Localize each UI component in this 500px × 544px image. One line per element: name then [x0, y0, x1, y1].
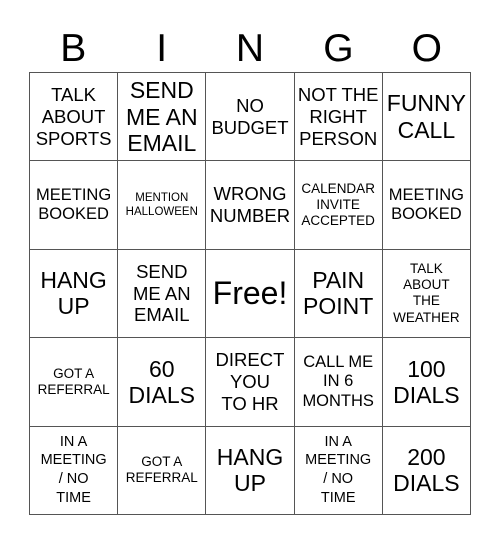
bingo-cell-label: HANG UP — [40, 267, 107, 320]
bingo-cell-n-4[interactable]: DIRECT YOU TO HR — [206, 338, 295, 427]
bingo-cell-label: MEETING BOOKED — [36, 185, 112, 224]
header-letter-b: B — [60, 27, 87, 70]
bingo-cell-label: CALL ME IN 6 MONTHS — [302, 352, 374, 410]
bingo-cell-label: WRONG NUMBER — [209, 183, 291, 227]
bingo-cell-label: NOT THE RIGHT PERSON — [297, 83, 379, 149]
bingo-cell-n-5[interactable]: HANG UP — [206, 426, 295, 515]
bingo-cell-label: NO BUDGET — [211, 94, 289, 138]
bingo-cell-label: IN A MEETING / NO TIME — [40, 433, 107, 507]
bingo-cell-o-1[interactable]: FUNNY CALL — [382, 73, 471, 162]
bingo-cell-label: Free! — [212, 274, 288, 311]
bingo-cell-label: PAIN POINT — [303, 267, 374, 320]
bingo-cell-o-2[interactable]: MEETING BOOKED — [382, 161, 471, 250]
bingo-cell-label: GOT A REFERRAL — [125, 454, 198, 486]
bingo-cell-label: TALK ABOUT THE WEATHER — [393, 261, 460, 325]
bingo-cell-i-5[interactable]: GOT A REFERRAL — [118, 426, 207, 515]
bingo-cell-label: DIRECT YOU TO HR — [215, 349, 285, 414]
bingo-cell-b-2[interactable]: MEETING BOOKED — [30, 161, 119, 250]
header-letter-o: O — [411, 27, 442, 70]
bingo-cell-b-3[interactable]: HANG UP — [30, 249, 119, 339]
header-letter-n: N — [235, 27, 265, 70]
bingo-cell-b-1[interactable]: TALK ABOUT SPORTS — [30, 73, 119, 162]
bingo-cell-i-1[interactable]: SEND ME AN EMAIL — [118, 73, 207, 162]
header-letter-g: G — [323, 27, 354, 70]
bingo-cell-label: 60 DIALS — [128, 355, 196, 408]
bingo-cell-label: GOT A REFERRAL — [37, 365, 110, 397]
bingo-cell-o-3[interactable]: TALK ABOUT THE WEATHER — [382, 249, 471, 339]
bingo-cell-o-5[interactable]: 200 DIALS — [382, 426, 471, 515]
bingo-cell-g-2[interactable]: CALENDAR INVITE ACCEPTED — [294, 161, 383, 250]
free-space-cell[interactable]: Free! — [206, 249, 295, 339]
bingo-header: B I N G O — [29, 26, 471, 72]
bingo-cell-i-3[interactable]: SEND ME AN EMAIL — [118, 249, 207, 339]
bingo-cell-o-4[interactable]: 100 DIALS — [382, 338, 471, 427]
bingo-cell-label: SEND ME AN EMAIL — [133, 260, 191, 326]
bingo-cell-i-4[interactable]: 60 DIALS — [118, 338, 207, 427]
bingo-cell-label: FUNNY CALL — [386, 90, 466, 143]
bingo-cell-b-5[interactable]: IN A MEETING / NO TIME — [30, 426, 119, 515]
bingo-cell-label: MENTION HALLOWEEN — [125, 191, 198, 219]
bingo-cell-n-1[interactable]: NO BUDGET — [206, 73, 295, 162]
bingo-cell-label: HANG UP — [216, 444, 284, 497]
bingo-cell-label: SEND ME AN EMAIL — [126, 77, 198, 156]
bingo-cell-b-4[interactable]: GOT A REFERRAL — [30, 338, 119, 427]
bingo-cell-g-1[interactable]: NOT THE RIGHT PERSON — [294, 73, 383, 162]
bingo-cell-label: CALENDAR INVITE ACCEPTED — [301, 180, 375, 229]
bingo-cell-label: MEETING BOOKED — [388, 185, 464, 224]
bingo-cell-n-2[interactable]: WRONG NUMBER — [206, 161, 295, 250]
bingo-card-grid: TALK ABOUT SPORTS SEND ME AN EMAIL NO BUDG… — [29, 72, 471, 515]
bingo-cell-label: TALK ABOUT SPORTS — [35, 83, 112, 149]
bingo-cell-g-5[interactable]: IN A MEETING / NO TIME — [294, 426, 383, 515]
bingo-cell-g-3[interactable]: PAIN POINT — [294, 249, 383, 339]
bingo-cell-label: IN A MEETING / NO TIME — [305, 433, 372, 507]
header-letter-i: I — [156, 27, 168, 70]
bingo-cell-label: 200 DIALS — [393, 444, 460, 497]
bingo-cell-i-2[interactable]: MENTION HALLOWEEN — [118, 161, 207, 250]
bingo-cell-label: 100 DIALS — [393, 355, 460, 408]
bingo-cell-g-4[interactable]: CALL ME IN 6 MONTHS — [294, 338, 383, 427]
